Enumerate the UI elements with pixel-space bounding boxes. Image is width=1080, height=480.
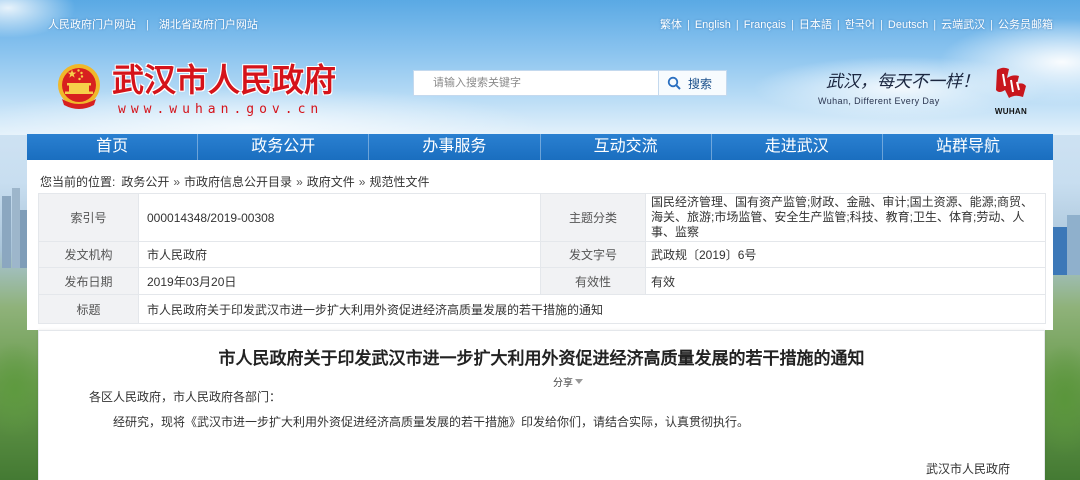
nav-item-home[interactable]: 首页 — [27, 134, 197, 160]
link-wuhan-gov-portal[interactable]: 人民政府门户网站 — [48, 19, 136, 31]
publish-date-label: 发布日期 — [38, 267, 139, 295]
article-body: 市人民政府关于印发武汉市进一步扩大利用外资促进经济高质量发展的若干措施的通知 分… — [38, 330, 1045, 480]
issuer-value: 市人民政府 — [138, 241, 541, 268]
building-shape — [20, 210, 27, 268]
link-civil-servant-mail[interactable]: 公务员邮箱 — [998, 19, 1053, 31]
link-separator: | — [790, 19, 794, 31]
share-label: 分享 — [553, 378, 573, 389]
link-german[interactable]: Deutsch — [888, 19, 928, 31]
nav-item-site-navigation[interactable]: 站群导航 — [881, 134, 1053, 160]
index-number-label: 索引号 — [38, 193, 139, 242]
document-number-label: 发文字号 — [540, 241, 646, 268]
city-slogan: 武汉，每天不一样！ — [826, 72, 979, 92]
breadcrumb-separator: » — [296, 175, 303, 189]
building-shape — [1053, 227, 1067, 275]
wuhan-city-logo: WUHAN — [993, 64, 1029, 120]
top-links-right: 繁体 | English | Français | 日本語 | 한국어 | Deutsch | 云端武汉… — [660, 16, 1053, 32]
city-slogan-english: Wuhan, Different Every Day — [818, 96, 940, 106]
issuer-label: 发文机构 — [38, 241, 139, 268]
index-number-value: 000014348/2019-00308 — [138, 193, 541, 242]
building-shape — [12, 188, 20, 268]
breadcrumb-link-government-affairs[interactable]: 政务公开 — [121, 175, 169, 189]
nav-item-interaction[interactable]: 互动交流 — [539, 134, 711, 160]
share-button[interactable]: 分享 — [553, 374, 583, 389]
article-title: 市人民政府关于印发武汉市进一步扩大利用外资促进经济高质量发展的若干措施的通知 — [218, 349, 865, 368]
site-url: www.wuhan.gov.cn — [118, 102, 324, 117]
table-row: 索引号 000014348/2019-00308 主题分类 国民经济管理、国有资… — [38, 193, 1046, 242]
link-english[interactable]: English — [695, 19, 731, 31]
breadcrumb: 您当前的位置: 政务公开» 市政府信息公开目录» 政府文件» 规范性文件 — [40, 173, 429, 190]
link-separator: | — [146, 19, 149, 31]
article-signature: 武汉市人民政府 — [926, 462, 1011, 476]
topic-value: 国民经济管理、国有资产监管;财政、金融、审计;国土资源、能源;商贸、海关、旅游;… — [645, 193, 1046, 242]
link-separator: | — [836, 19, 840, 31]
table-row: 发文机构 市人民政府 发文字号 武政规〔2019〕6号 — [38, 241, 1046, 268]
publish-date-value: 2019年03月20日 — [138, 267, 541, 295]
breadcrumb-separator: » — [173, 175, 181, 189]
nav-item-about-wuhan[interactable]: 走进武汉 — [710, 134, 882, 160]
link-separator: | — [990, 19, 993, 31]
breadcrumb-separator: » — [358, 175, 366, 189]
search-button-label: 搜索 — [688, 76, 713, 91]
building-shape — [2, 196, 11, 268]
top-links-left: 人民政府门户网站 | 湖北省政府门户网站 — [48, 16, 258, 32]
building-shape — [1067, 215, 1080, 275]
main-content: 您当前的位置: 政务公开» 市政府信息公开目录» 政府文件» 规范性文件 索引号 000… — [27, 160, 1053, 330]
link-hubei-gov-portal[interactable]: 湖北省政府门户网站 — [159, 19, 258, 31]
link-cloud-wuhan[interactable]: 云端武汉 — [941, 19, 985, 31]
nav-item-services[interactable]: 办事服务 — [368, 134, 539, 160]
title-label: 标题 — [38, 294, 139, 324]
table-row: 标题 市人民政府关于印发武汉市进一步扩大利用外资促进经济高质量发展的若干措施的通… — [38, 294, 1046, 324]
link-separator: | — [686, 19, 690, 31]
title-value: 市人民政府关于印发武汉市进一步扩大利用外资促进经济高质量发展的若干措施的通知 — [138, 294, 1046, 324]
logo-text: WUHAN — [994, 107, 1028, 116]
national-emblem-icon[interactable] — [57, 63, 101, 111]
validity-label: 有效性 — [540, 267, 646, 295]
link-japanese[interactable]: 日本語 — [799, 19, 832, 31]
skyline-decoration-left — [0, 188, 27, 268]
link-french[interactable]: Français — [744, 19, 786, 31]
search-icon — [667, 76, 681, 90]
search-input[interactable] — [413, 70, 659, 96]
nav-item-government-affairs[interactable]: 政务公开 — [197, 134, 368, 160]
article-salutation: 各区人民政府，市人民政府各部门： — [89, 390, 282, 404]
topic-label: 主题分类 — [540, 193, 646, 242]
breadcrumb-link-normative-documents[interactable]: 规范性文件 — [369, 175, 429, 189]
validity-value: 有效 — [645, 267, 1046, 295]
site-header: 人民政府门户网站 | 湖北省政府门户网站 繁体 | English | Français | 日… — [0, 0, 1080, 135]
breadcrumb-link-info-catalog[interactable]: 市政府信息公开目录 — [184, 175, 292, 189]
breadcrumb-link-government-documents[interactable]: 政府文件 — [307, 175, 355, 189]
breadcrumb-label: 您当前的位置: — [40, 175, 116, 189]
link-traditional-chinese[interactable]: 繁体 — [660, 19, 682, 31]
link-separator: | — [880, 19, 883, 31]
link-separator: | — [735, 19, 739, 31]
document-number-value: 武政规〔2019〕6号 — [645, 241, 1046, 268]
document-info-table: 索引号 000014348/2019-00308 主题分类 国民经济管理、国有资… — [38, 193, 1046, 324]
chevron-down-icon — [575, 379, 583, 384]
link-korean[interactable]: 한국어 — [845, 19, 875, 31]
article-paragraph: 经研究，现将《武汉市进一步扩大利用外资促进经济高质量发展的若干措施》印发给你们，… — [113, 415, 750, 429]
search-button[interactable]: 搜索 — [658, 70, 727, 96]
link-separator: | — [933, 19, 937, 31]
site-title[interactable]: 武汉市人民政府 — [112, 62, 336, 98]
table-row: 发布日期 2019年03月20日 有效性 有效 — [38, 267, 1046, 295]
main-nav: 首页 政务公开 办事服务 互动交流 走进武汉 站群导航 — [27, 134, 1053, 160]
skyline-decoration-right — [1053, 215, 1080, 275]
